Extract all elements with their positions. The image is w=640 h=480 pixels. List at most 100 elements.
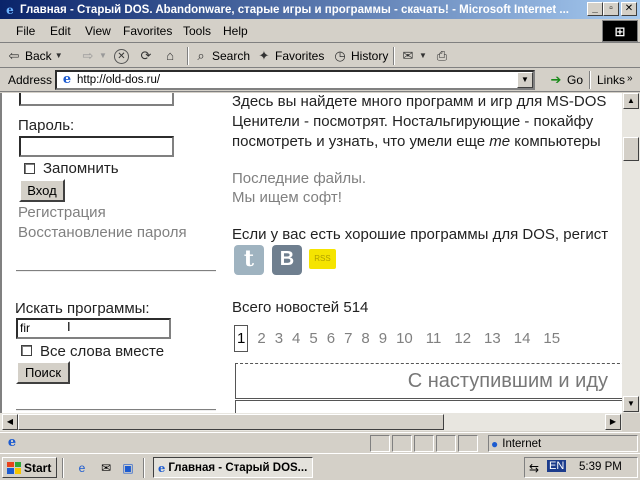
address-dropdown-icon[interactable]: ▼ (517, 72, 533, 88)
status-pane (414, 435, 434, 452)
search-programs-button[interactable]: Поиск (16, 361, 70, 384)
mail-button[interactable]: ✉ ▼ (400, 46, 427, 66)
security-zone: ● Internet (488, 435, 638, 452)
forward-button[interactable]: ⇨ ▼ (80, 46, 107, 66)
back-dropdown-icon[interactable]: ▼ (55, 48, 63, 64)
login-button[interactable]: Вход (19, 179, 65, 202)
vertical-scrollbar[interactable]: ▲ ▼ (622, 93, 640, 413)
page-link-11[interactable]: 11 (426, 330, 442, 347)
status-pane (370, 435, 390, 452)
home-icon: ⌂ (166, 48, 174, 63)
history-icon: ◷ (334, 48, 346, 63)
scroll-right-icon[interactable]: ▶ (605, 414, 621, 430)
scroll-left-icon[interactable]: ◀ (2, 414, 18, 430)
intro-line-2: Ценители - посмотрят. Ностальгирующие - … (232, 113, 594, 130)
network-icon[interactable]: ⇆ (529, 461, 539, 475)
scroll-up-icon[interactable]: ▲ (623, 93, 639, 109)
page-link-3[interactable]: 3 (275, 330, 283, 347)
wanted-software-link[interactable]: Мы ищем софт! (232, 189, 342, 206)
task-title: Главная - Старый DOS... (168, 461, 308, 474)
menu-bar: File Edit View Favorites Tools Help ⊞ (0, 19, 640, 43)
password-field[interactable] (19, 136, 174, 157)
sidebar-divider (16, 270, 216, 272)
twitter-icon[interactable]: t (234, 245, 264, 275)
links-button[interactable]: Links (597, 73, 625, 87)
menu-edit[interactable]: Edit (50, 24, 71, 38)
page-link-5[interactable]: 5 (309, 330, 317, 347)
page-link-8[interactable]: 8 (361, 330, 369, 347)
login-field[interactable] (19, 93, 174, 106)
recent-files-link[interactable]: Последние файлы. (232, 170, 366, 187)
scroll-down-icon[interactable]: ▼ (623, 396, 639, 412)
menu-help[interactable]: Help (223, 24, 248, 38)
page-icon: e (62, 72, 72, 87)
minimize-button[interactable]: _ (587, 2, 603, 16)
page-content: Пароль: Запомнить Вход Регистрация Восст… (0, 93, 622, 413)
search-button[interactable]: ⌕ Search (193, 46, 250, 66)
system-tray: ⇆ EN 5:39 PM (524, 457, 638, 478)
password-label: Пароль: (18, 117, 75, 134)
go-button[interactable]: ➔ Go (548, 72, 583, 88)
horizontal-scroll-thumb[interactable] (18, 414, 444, 430)
page-link-13[interactable]: 13 (484, 330, 501, 347)
horizontal-scrollbar[interactable]: ◀ ▶ (0, 413, 622, 431)
vertical-scroll-thumb[interactable] (623, 137, 639, 161)
search-programs-input[interactable]: fir (16, 318, 171, 339)
stop-icon: ✕ (114, 48, 129, 64)
page-link-10[interactable]: 10 (396, 330, 413, 347)
task-button-browser[interactable]: e Главная - Старый DOS... (153, 457, 313, 478)
page-link-14[interactable]: 14 (514, 330, 531, 347)
restore-password-link[interactable]: Восстановление пароля (18, 224, 187, 241)
all-words-checkbox[interactable] (21, 345, 32, 356)
address-input[interactable]: e http://old-dos.ru/ ▼ (55, 70, 535, 90)
search-label: Search (212, 49, 251, 63)
close-button[interactable]: ✕ (621, 2, 637, 16)
status-bar: e ● Internet (0, 432, 640, 453)
print-button[interactable]: ⎙ (434, 46, 450, 66)
page-link-6[interactable]: 6 (327, 330, 335, 347)
page-link-2[interactable]: 2 (257, 330, 265, 347)
start-button[interactable]: Start (2, 457, 57, 478)
toolbar-separator (393, 47, 395, 65)
submit-programs-text: Если у вас есть хорошие программы для DO… (232, 226, 609, 243)
remember-checkbox[interactable] (24, 163, 35, 174)
forward-arrow-icon: ⇨ (82, 48, 94, 63)
maximize-button[interactable]: ▫ (603, 2, 619, 16)
search-programs-label: Искать программы: (15, 300, 150, 317)
zone-label: Internet (502, 437, 542, 450)
status-pane (436, 435, 456, 452)
page-link-9[interactable]: 9 (379, 330, 387, 347)
menu-favorites[interactable]: Favorites (123, 24, 172, 38)
language-indicator[interactable]: EN (547, 460, 567, 472)
page-link-1[interactable]: 1 (234, 325, 249, 352)
rss-icon[interactable]: RSS (309, 249, 336, 269)
back-button[interactable]: ⇦ Back ▼ (6, 46, 63, 66)
favorites-icon: ✦ (258, 48, 270, 63)
search-icon: ⌕ (197, 48, 205, 63)
intro-line-1: Здесь вы найдете много программ и игр дл… (232, 93, 607, 110)
page-link-15[interactable]: 15 (543, 330, 560, 347)
clock[interactable]: 5:39 PM (579, 461, 622, 473)
register-link[interactable]: Регистрация (18, 204, 106, 221)
vkontakte-icon[interactable]: B (272, 245, 302, 275)
stop-button[interactable]: ✕ (114, 46, 129, 66)
ie-quicklaunch-icon[interactable]: e (74, 460, 90, 476)
page-link-12[interactable]: 12 (454, 330, 471, 347)
home-button[interactable]: ⌂ (162, 46, 178, 66)
news-title[interactable]: С наступившим и иду (408, 370, 608, 393)
menu-tools[interactable]: Tools (183, 24, 211, 38)
menu-view[interactable]: View (85, 24, 111, 38)
menu-file[interactable]: File (16, 24, 35, 38)
history-button[interactable]: ◷ History (332, 46, 388, 66)
toolbar-separator (187, 47, 189, 65)
links-chevron-icon[interactable]: » (627, 73, 633, 84)
outlook-quicklaunch-icon[interactable]: ✉ (98, 460, 114, 476)
show-desktop-icon[interactable]: ▣ (120, 460, 136, 476)
page-link-7[interactable]: 7 (344, 330, 352, 347)
scrollbar-corner (622, 413, 640, 431)
news-body-box (235, 400, 622, 413)
page-link-4[interactable]: 4 (292, 330, 300, 347)
refresh-button[interactable]: ⟳ (138, 46, 154, 66)
window-title-bar[interactable]: e Главная - Старый DOS. Abandonware, ста… (0, 0, 640, 19)
favorites-button[interactable]: ✦ Favorites (256, 46, 325, 66)
